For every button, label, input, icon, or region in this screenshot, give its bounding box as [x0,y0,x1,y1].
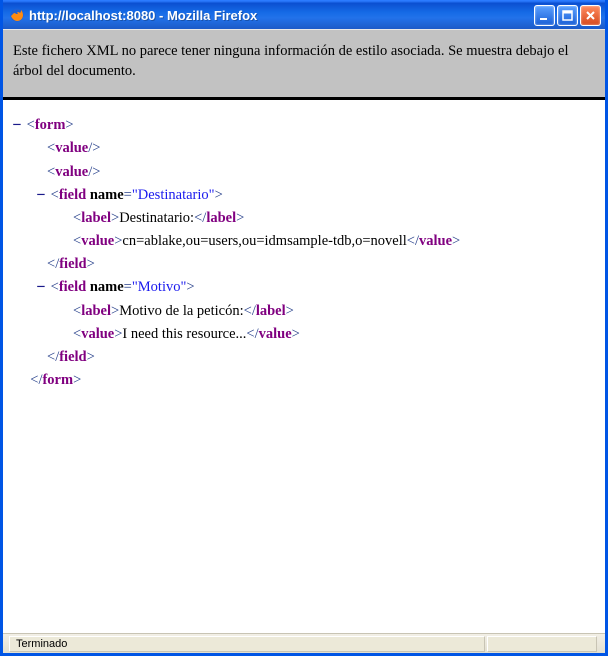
xml-node-field2-open: − <field name="Motivo"> [15,276,597,299]
xml-tree: − <form> <value/> <value/> − <field name… [3,100,605,633]
xml-node-field1-value: <value>cn=ablake,ou=users,ou=idmsample-t… [15,230,597,253]
toggle-icon[interactable]: − [11,114,23,137]
xml-no-style-message: Este fichero XML no parece tener ninguna… [3,29,605,100]
close-button[interactable] [580,5,601,26]
xml-node-field2-label: <label>Motivo de la peticón:</label> [15,300,597,323]
xml-node-form-close: </form> [15,369,597,392]
browser-window: http://localhost:8080 - Mozilla Firefox … [0,0,608,656]
xml-node-value-selfclose: <value/> [15,161,597,184]
window-title: http://localhost:8080 - Mozilla Firefox [29,8,534,23]
firefox-icon [9,7,25,23]
maximize-button[interactable] [557,5,578,26]
xml-node-field1-open: − <field name="Destinatario"> [15,184,597,207]
xml-node-field1-label: <label>Destinatario:</label> [15,207,597,230]
xml-node-field1-close: </field> [15,253,597,276]
status-text: Terminado [9,636,485,652]
xml-node-form-open: − <form> [15,114,597,137]
toggle-icon[interactable]: − [35,276,47,299]
statusbar: Terminado [3,633,605,653]
titlebar: http://localhost:8080 - Mozilla Firefox [3,0,605,29]
minimize-button[interactable] [534,5,555,26]
status-extra [487,636,597,652]
toggle-icon[interactable]: − [35,184,47,207]
xml-node-value-selfclose: <value/> [15,137,597,160]
window-controls [534,5,601,26]
xml-node-field2-close: </field> [15,346,597,369]
xml-node-field2-value: <value>I need this resource...</value> [15,323,597,346]
